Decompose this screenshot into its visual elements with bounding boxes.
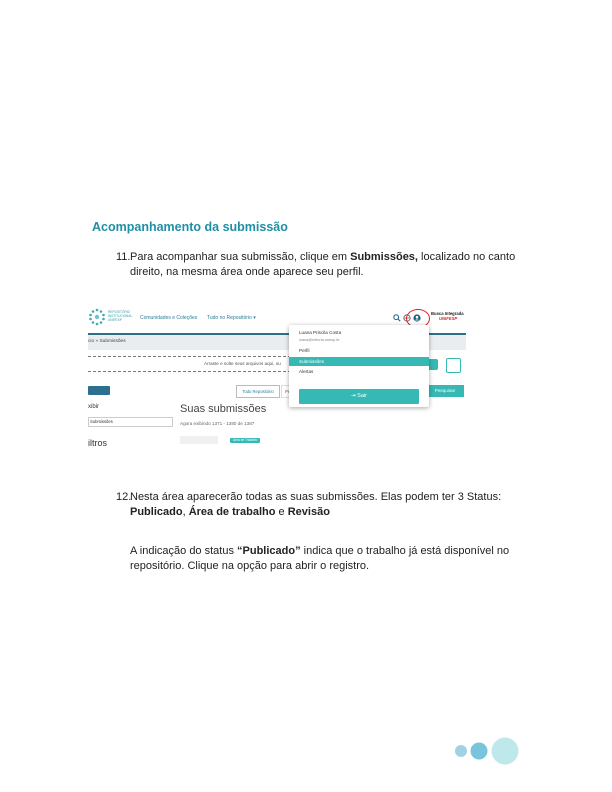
step-text: Para acompanhar sua submissão, clique em… xyxy=(130,251,516,278)
user-email: luana@reitoria.unesp.br xyxy=(299,338,340,342)
user-dropdown-menu: Luana Priscila Costa luana@reitoria.unes… xyxy=(289,325,429,407)
section-title: Acompanhamento da submissão xyxy=(92,220,288,234)
upload-text: Arraste e solte seus arquivos aqui, ou xyxy=(204,361,281,366)
decorative-dots-icon xyxy=(455,737,519,765)
exibir-label: xibir xyxy=(88,404,100,410)
step-11: 11. Para acompanhar sua submissão, cliqu… xyxy=(116,250,536,280)
exibir-select[interactable]: Submissões xyxy=(88,417,173,427)
view-toggle-button[interactable] xyxy=(88,386,110,395)
filtros-label: iltros xyxy=(88,438,108,447)
step-text: Nesta área aparecerão todas as suas subm… xyxy=(130,491,502,518)
step-number: 12. xyxy=(116,491,132,503)
status-explanation: A indicação do status “Publicado” indica… xyxy=(130,545,510,572)
nav-repository[interactable]: Tudo no Repositório ▾ xyxy=(207,315,256,321)
user-name: Luana Priscila Costa xyxy=(299,330,342,335)
menu-item-submissoes[interactable]: Submissões xyxy=(289,357,429,366)
page-title: Suas submissões xyxy=(180,403,267,415)
document-button[interactable] xyxy=(446,358,461,373)
search-icon[interactable] xyxy=(393,314,401,322)
menu-item-alertas[interactable]: Alertas xyxy=(299,369,313,374)
status-badge: Área de Trabalho xyxy=(230,438,261,443)
step-number: 11. xyxy=(116,251,131,263)
repository-logo-icon xyxy=(89,308,105,326)
nav-communities[interactable]: Comunidades e Coleções xyxy=(140,315,197,321)
logo-text: REPOSITÓRIO INSTITUCIONAL UNIFESP xyxy=(108,310,133,322)
scope-button[interactable]: Todo Repositório xyxy=(236,385,280,398)
busca-integrada-logo[interactable]: Busca Integrada UNIFESP xyxy=(431,311,464,321)
menu-item-perfil[interactable]: Perfil xyxy=(299,348,309,353)
logout-button[interactable]: ⇥ Sair xyxy=(299,389,419,404)
thumbnail-placeholder xyxy=(180,436,218,444)
step-12: 12. Nesta área aparecerão todas as suas … xyxy=(116,490,556,520)
breadcrumb[interactable]: cio » Submissões xyxy=(88,339,126,344)
results-count: Agora exibindo 1371 - 1380 de 1387 xyxy=(180,421,255,426)
embedded-screenshot: REPOSITÓRIO INSTITUCIONAL UNIFESP Comuni… xyxy=(88,305,466,447)
search-button[interactable]: Pesquisar xyxy=(426,385,464,397)
